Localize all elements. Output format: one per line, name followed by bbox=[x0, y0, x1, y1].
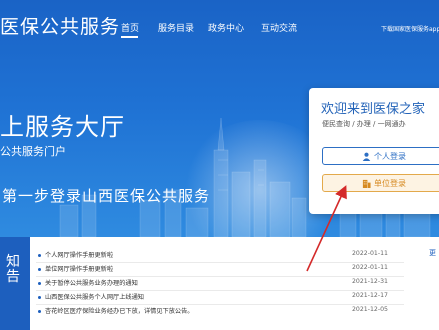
notice-date: 2021-12-17 bbox=[352, 292, 388, 299]
login-card-title: 欢迎来到医保之家 bbox=[321, 102, 426, 117]
notice-more-link[interactable]: 更 bbox=[429, 248, 436, 258]
nav-active-indicator bbox=[121, 36, 138, 38]
notice-title[interactable]: 单位网厅操作手册更新啦 bbox=[45, 264, 113, 273]
hero-title: 上服务大厅 bbox=[0, 113, 125, 141]
notice-date: 2021-12-31 bbox=[352, 278, 388, 285]
login-card: 欢迎来到医保之家 便民查询 / 办理 / 一网通办 个人登录 单位登录 bbox=[309, 88, 439, 214]
notice-side-label: 知 告 bbox=[0, 237, 30, 330]
site-title: 医保公共服务 bbox=[0, 16, 121, 38]
login-card-subtitle: 便民查询 / 办理 / 一网通办 bbox=[322, 120, 406, 128]
user-icon bbox=[362, 152, 371, 161]
building-icon bbox=[362, 179, 371, 188]
notice-date: 2021-12-05 bbox=[352, 306, 388, 313]
unit-login-label: 单位登录 bbox=[374, 178, 406, 188]
notice-title[interactable]: 山西医保公共服务个人网厅上线通知 bbox=[45, 292, 144, 301]
personal-login-label: 个人登录 bbox=[374, 151, 406, 161]
nav-service-catalog[interactable]: 服务目录 bbox=[158, 21, 194, 34]
notice-date: 2022-01-11 bbox=[352, 264, 388, 271]
divider bbox=[36, 290, 404, 291]
notice-title[interactable]: 关于暂停公共服务业务办理的通知 bbox=[45, 278, 138, 287]
divider bbox=[36, 304, 404, 305]
hero-subtitle: 公共服务门户 bbox=[0, 145, 66, 158]
download-app-link[interactable]: 下载国家医保服务app bbox=[381, 24, 439, 33]
bullet-icon bbox=[38, 310, 41, 313]
notice-title[interactable]: 个人网厅操作手册更新啦 bbox=[45, 250, 113, 259]
notice-item[interactable]: 杏花岭区医疗保险业务经办已下放，详情见下放公告。 2021-12-05 bbox=[38, 306, 400, 319]
bullet-icon bbox=[38, 254, 41, 257]
nav-interaction[interactable]: 互动交流 bbox=[261, 21, 297, 34]
nav-government-center[interactable]: 政务中心 bbox=[208, 21, 244, 34]
unit-login-button[interactable]: 单位登录 bbox=[322, 174, 439, 192]
notice-date: 2022-01-11 bbox=[352, 250, 388, 257]
nav-home[interactable]: 首页 bbox=[121, 21, 139, 34]
divider bbox=[36, 276, 404, 277]
bullet-icon bbox=[38, 268, 41, 271]
hero-slogan: 第一步登录山西医保公共服务 bbox=[2, 187, 211, 205]
divider bbox=[36, 262, 404, 263]
personal-login-button[interactable]: 个人登录 bbox=[322, 147, 439, 165]
bullet-icon bbox=[38, 296, 41, 299]
notice-title[interactable]: 杏花岭区医疗保险业务经办已下放，详情见下放公告。 bbox=[45, 306, 194, 315]
top-navigation-bar: 医保公共服务 首页 服务目录 政务中心 互动交流 下载国家医保服务app bbox=[0, 0, 439, 46]
notice-side-char-2: 告 bbox=[6, 269, 20, 285]
bullet-icon bbox=[38, 282, 41, 285]
